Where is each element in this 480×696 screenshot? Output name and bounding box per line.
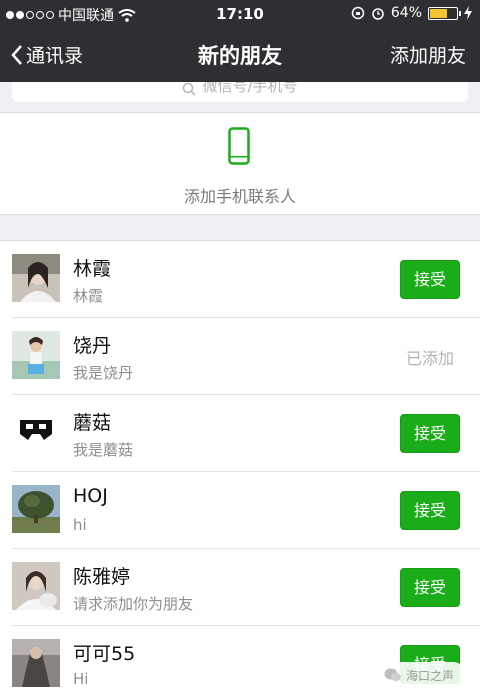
avatar (12, 639, 60, 687)
avatar (12, 254, 60, 302)
request-message: 请求添加你为朋友 (73, 595, 194, 613)
status-bar: 中国联通 17:10 64% (0, 0, 480, 28)
accept-button[interactable]: 接受 (400, 260, 460, 299)
search-input[interactable]: 微信号/手机号 (12, 82, 468, 102)
avatar (12, 485, 60, 533)
battery-percent: 64% (390, 5, 422, 21)
contact-name: 林霞 (73, 258, 112, 280)
rotation-lock-icon (351, 6, 365, 20)
added-status: 已添加 (405, 349, 454, 368)
watermark: 海口之声 (378, 662, 466, 688)
add-phone-contacts-label: 添加手机联系人 (183, 187, 296, 206)
request-message: 我是饶丹 (73, 364, 134, 382)
request-message: Hi (73, 670, 89, 688)
navigation-bar: 通讯录 新的朋友 添加朋友 (0, 28, 480, 82)
contact-name: 蘑菇 (73, 412, 112, 434)
avatar (12, 331, 60, 379)
charging-icon (464, 6, 472, 20)
add-friend-button[interactable]: 添加朋友 (390, 41, 466, 68)
friend-request-list: 林霞 林霞 接受 饶丹 我是饶丹 已添加 蘑菇 我是蘑菇 接受 HOJ hi 接… (0, 240, 480, 696)
list-item[interactable]: 蘑菇 我是蘑菇 接受 (0, 395, 480, 472)
search-icon (183, 82, 196, 96)
contact-name: 陈雅婷 (73, 566, 131, 588)
alarm-icon (372, 8, 384, 20)
list-item[interactable]: 饶丹 我是饶丹 已添加 (0, 318, 480, 395)
search-area: 微信号/手机号 (0, 82, 480, 112)
top-bar: 中国联通 17:10 64% 通讯录 新的朋友 添加朋友 (0, 0, 480, 82)
battery-icon (428, 6, 461, 20)
contact-name: HOJ (73, 485, 108, 507)
accept-button[interactable]: 接受 (400, 414, 460, 453)
accept-button[interactable]: 接受 (400, 568, 460, 607)
contact-name: 可可55 (73, 643, 136, 665)
accept-button[interactable]: 接受 (400, 491, 460, 530)
status-right: 64% (351, 5, 472, 21)
list-item[interactable]: 陈雅婷 请求添加你为朋友 接受 (0, 549, 480, 626)
request-message: 我是蘑菇 (73, 441, 134, 459)
request-message: 林霞 (73, 287, 104, 305)
search-placeholder: 微信号/手机号 (202, 82, 298, 95)
list-item[interactable]: 林霞 林霞 接受 (0, 241, 480, 318)
request-message: hi (73, 516, 87, 534)
watermark-text: 海口之声 (406, 668, 455, 683)
contact-name: 饶丹 (73, 335, 112, 357)
avatar (12, 562, 60, 610)
avatar (12, 408, 60, 456)
list-item[interactable]: HOJ hi 接受 (0, 472, 480, 549)
add-phone-contacts[interactable]: 添加手机联系人 (0, 112, 480, 215)
wechat-logo-icon (384, 668, 401, 682)
phone-icon (228, 127, 250, 165)
